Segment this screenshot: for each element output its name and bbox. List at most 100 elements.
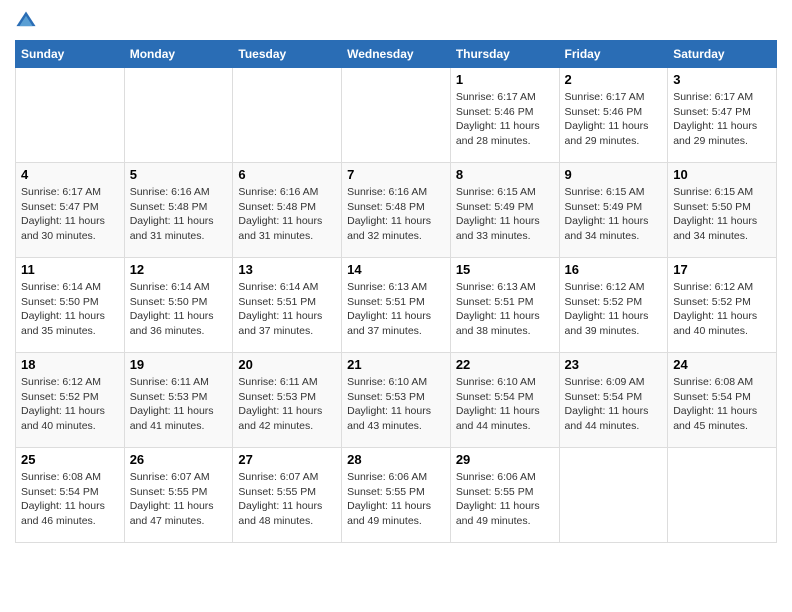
logo xyxy=(15,10,39,32)
day-number: 22 xyxy=(456,357,554,372)
day-number: 4 xyxy=(21,167,119,182)
col-header-saturday: Saturday xyxy=(668,41,777,68)
week-row-5: 25 Sunrise: 6:08 AMSunset: 5:54 PMDayligh… xyxy=(16,448,777,543)
day-info: Sunrise: 6:14 AMSunset: 5:50 PMDaylight:… xyxy=(21,280,119,339)
day-number: 18 xyxy=(21,357,119,372)
calendar-cell: 11 Sunrise: 6:14 AMSunset: 5:50 PMDayligh… xyxy=(16,258,125,353)
col-header-sunday: Sunday xyxy=(16,41,125,68)
calendar-header-row: SundayMondayTuesdayWednesdayThursdayFrid… xyxy=(16,41,777,68)
calendar-cell: 14 Sunrise: 6:13 AMSunset: 5:51 PMDayligh… xyxy=(342,258,451,353)
calendar-cell: 4 Sunrise: 6:17 AMSunset: 5:47 PMDaylight… xyxy=(16,163,125,258)
day-number: 25 xyxy=(21,452,119,467)
day-info: Sunrise: 6:06 AMSunset: 5:55 PMDaylight:… xyxy=(347,470,445,529)
day-number: 21 xyxy=(347,357,445,372)
day-info: Sunrise: 6:16 AMSunset: 5:48 PMDaylight:… xyxy=(130,185,228,244)
day-info: Sunrise: 6:07 AMSunset: 5:55 PMDaylight:… xyxy=(130,470,228,529)
week-row-1: 1 Sunrise: 6:17 AMSunset: 5:46 PMDaylight… xyxy=(16,68,777,163)
day-info: Sunrise: 6:08 AMSunset: 5:54 PMDaylight:… xyxy=(21,470,119,529)
day-number: 8 xyxy=(456,167,554,182)
calendar-cell: 23 Sunrise: 6:09 AMSunset: 5:54 PMDayligh… xyxy=(559,353,668,448)
logo-icon xyxy=(15,10,37,32)
day-number: 2 xyxy=(565,72,663,87)
day-info: Sunrise: 6:15 AMSunset: 5:49 PMDaylight:… xyxy=(565,185,663,244)
day-info: Sunrise: 6:17 AMSunset: 5:47 PMDaylight:… xyxy=(673,90,771,149)
calendar-cell: 3 Sunrise: 6:17 AMSunset: 5:47 PMDaylight… xyxy=(668,68,777,163)
day-info: Sunrise: 6:13 AMSunset: 5:51 PMDaylight:… xyxy=(347,280,445,339)
day-number: 16 xyxy=(565,262,663,277)
calendar-cell: 16 Sunrise: 6:12 AMSunset: 5:52 PMDayligh… xyxy=(559,258,668,353)
day-number: 12 xyxy=(130,262,228,277)
day-number: 3 xyxy=(673,72,771,87)
calendar-cell: 22Sunrise: 6:10 AMSunset: 5:54 PMDayligh… xyxy=(450,353,559,448)
day-number: 26 xyxy=(130,452,228,467)
day-number: 15 xyxy=(456,262,554,277)
day-number: 6 xyxy=(238,167,336,182)
calendar-cell: 27Sunrise: 6:07 AMSunset: 5:55 PMDayligh… xyxy=(233,448,342,543)
calendar-cell: 17 Sunrise: 6:12 AMSunset: 5:52 PMDayligh… xyxy=(668,258,777,353)
day-info: Sunrise: 6:12 AMSunset: 5:52 PMDaylight:… xyxy=(673,280,771,339)
day-number: 17 xyxy=(673,262,771,277)
calendar-cell: 21 Sunrise: 6:10 AMSunset: 5:53 PMDayligh… xyxy=(342,353,451,448)
col-header-wednesday: Wednesday xyxy=(342,41,451,68)
day-info: Sunrise: 6:06 AMSunset: 5:55 PMDaylight:… xyxy=(456,470,554,529)
calendar-cell: 7 Sunrise: 6:16 AMSunset: 5:48 PMDaylight… xyxy=(342,163,451,258)
day-info: Sunrise: 6:12 AMSunset: 5:52 PMDaylight:… xyxy=(21,375,119,434)
calendar-cell xyxy=(342,68,451,163)
calendar-cell: 15 Sunrise: 6:13 AMSunset: 5:51 PMDayligh… xyxy=(450,258,559,353)
calendar-cell xyxy=(668,448,777,543)
day-info: Sunrise: 6:13 AMSunset: 5:51 PMDaylight:… xyxy=(456,280,554,339)
calendar-cell xyxy=(559,448,668,543)
day-info: Sunrise: 6:11 AMSunset: 5:53 PMDaylight:… xyxy=(238,375,336,434)
calendar-cell: 18 Sunrise: 6:12 AMSunset: 5:52 PMDayligh… xyxy=(16,353,125,448)
day-info: Sunrise: 6:15 AMSunset: 5:50 PMDaylight:… xyxy=(673,185,771,244)
day-info: Sunrise: 6:14 AMSunset: 5:50 PMDaylight:… xyxy=(130,280,228,339)
day-number: 14 xyxy=(347,262,445,277)
day-info: Sunrise: 6:16 AMSunset: 5:48 PMDaylight:… xyxy=(347,185,445,244)
day-info: Sunrise: 6:12 AMSunset: 5:52 PMDaylight:… xyxy=(565,280,663,339)
day-info: Sunrise: 6:17 AMSunset: 5:46 PMDaylight:… xyxy=(456,90,554,149)
day-number: 20 xyxy=(238,357,336,372)
day-number: 1 xyxy=(456,72,554,87)
calendar-cell xyxy=(124,68,233,163)
calendar-cell: 12 Sunrise: 6:14 AMSunset: 5:50 PMDayligh… xyxy=(124,258,233,353)
day-number: 29 xyxy=(456,452,554,467)
day-number: 24 xyxy=(673,357,771,372)
week-row-2: 4 Sunrise: 6:17 AMSunset: 5:47 PMDaylight… xyxy=(16,163,777,258)
week-row-3: 11 Sunrise: 6:14 AMSunset: 5:50 PMDayligh… xyxy=(16,258,777,353)
day-info: Sunrise: 6:16 AMSunset: 5:48 PMDaylight:… xyxy=(238,185,336,244)
day-number: 23 xyxy=(565,357,663,372)
calendar-cell: 19Sunrise: 6:11 AMSunset: 5:53 PMDayligh… xyxy=(124,353,233,448)
col-header-friday: Friday xyxy=(559,41,668,68)
day-info: Sunrise: 6:17 AMSunset: 5:47 PMDaylight:… xyxy=(21,185,119,244)
week-row-4: 18 Sunrise: 6:12 AMSunset: 5:52 PMDayligh… xyxy=(16,353,777,448)
day-info: Sunrise: 6:14 AMSunset: 5:51 PMDaylight:… xyxy=(238,280,336,339)
calendar-cell: 29 Sunrise: 6:06 AMSunset: 5:55 PMDayligh… xyxy=(450,448,559,543)
day-number: 9 xyxy=(565,167,663,182)
calendar-cell xyxy=(16,68,125,163)
day-number: 5 xyxy=(130,167,228,182)
calendar-cell: 13Sunrise: 6:14 AMSunset: 5:51 PMDayligh… xyxy=(233,258,342,353)
page-header xyxy=(15,10,777,32)
calendar-cell xyxy=(233,68,342,163)
day-number: 19 xyxy=(130,357,228,372)
day-number: 7 xyxy=(347,167,445,182)
day-number: 28 xyxy=(347,452,445,467)
col-header-thursday: Thursday xyxy=(450,41,559,68)
calendar-cell: 24 Sunrise: 6:08 AMSunset: 5:54 PMDayligh… xyxy=(668,353,777,448)
day-info: Sunrise: 6:17 AMSunset: 5:46 PMDaylight:… xyxy=(565,90,663,149)
calendar-cell: 25 Sunrise: 6:08 AMSunset: 5:54 PMDayligh… xyxy=(16,448,125,543)
col-header-monday: Monday xyxy=(124,41,233,68)
day-info: Sunrise: 6:10 AMSunset: 5:53 PMDaylight:… xyxy=(347,375,445,434)
day-info: Sunrise: 6:15 AMSunset: 5:49 PMDaylight:… xyxy=(456,185,554,244)
calendar-cell: 26 Sunrise: 6:07 AMSunset: 5:55 PMDayligh… xyxy=(124,448,233,543)
day-info: Sunrise: 6:08 AMSunset: 5:54 PMDaylight:… xyxy=(673,375,771,434)
calendar-cell: 28 Sunrise: 6:06 AMSunset: 5:55 PMDayligh… xyxy=(342,448,451,543)
day-number: 11 xyxy=(21,262,119,277)
calendar-cell: 2 Sunrise: 6:17 AMSunset: 5:46 PMDaylight… xyxy=(559,68,668,163)
calendar-cell: 1 Sunrise: 6:17 AMSunset: 5:46 PMDaylight… xyxy=(450,68,559,163)
col-header-tuesday: Tuesday xyxy=(233,41,342,68)
day-info: Sunrise: 6:09 AMSunset: 5:54 PMDaylight:… xyxy=(565,375,663,434)
calendar-table: SundayMondayTuesdayWednesdayThursdayFrid… xyxy=(15,40,777,543)
calendar-cell: 9 Sunrise: 6:15 AMSunset: 5:49 PMDaylight… xyxy=(559,163,668,258)
day-number: 27 xyxy=(238,452,336,467)
